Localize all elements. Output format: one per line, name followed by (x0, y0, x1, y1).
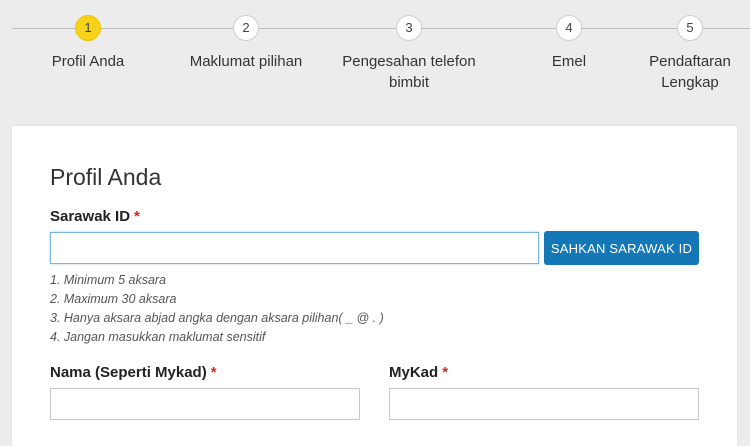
form-title: Profil Anda (50, 164, 162, 190)
step-label: Pengesahan telefon bimbit (342, 53, 476, 91)
step-pengesahan-telefon: 3 Pengesahan telefon bimbit (329, 15, 489, 93)
progress-stepper: 1 Profil Anda 2 Maklumat pilihan 3 Penge… (0, 0, 750, 110)
mykad-label-text: MyKad (389, 364, 439, 381)
sarawak-id-input[interactable] (50, 232, 539, 264)
step-number-badge: 4 (556, 15, 582, 41)
step-number-badge: 1 (75, 15, 101, 41)
required-asterisk: * (134, 208, 140, 225)
required-asterisk: * (442, 364, 449, 381)
name-input[interactable] (50, 388, 360, 420)
name-label: Nama (Seperti Mykad) * (50, 364, 217, 381)
mykad-input[interactable] (389, 388, 699, 420)
step-label: Pendaftaran Lengkap (649, 53, 731, 91)
profile-form-card: Profil Anda Sarawak ID * SAHKAN SARAWAK I… (12, 126, 737, 446)
hint-item: 1. Minimum 5 aksara (50, 273, 167, 287)
hint-item: 4. Jangan masukkan maklumat sensitif (50, 330, 266, 344)
step-number-badge: 5 (677, 15, 703, 41)
required-asterisk: * (210, 364, 217, 381)
step-profil-anda: 1 Profil Anda (8, 15, 168, 72)
hint-item: 2. Maximum 30 aksara (50, 292, 177, 306)
hint-item: 3. Hanya aksara abjad angka dengan aksar… (50, 311, 384, 325)
step-maklumat-pilihan: 2 Maklumat pilihan (166, 15, 326, 72)
name-label-text: Nama (Seperti Mykad) (50, 364, 207, 381)
verify-sarawak-id-button[interactable]: SAHKAN SARAWAK ID (544, 231, 699, 265)
step-number-badge: 3 (396, 15, 422, 41)
step-pendaftaran-lengkap: 5 Pendaftaran Lengkap (610, 15, 750, 93)
step-number-badge: 2 (233, 15, 259, 41)
mykad-label: MyKad * (389, 364, 448, 381)
sarawak-id-label: Sarawak ID * (50, 208, 140, 225)
sarawak-id-hints: 1. Minimum 5 aksara 2. Maximum 30 aksara… (50, 271, 384, 347)
sarawak-id-label-text: Sarawak ID (50, 208, 131, 225)
step-label: Maklumat pilihan (189, 53, 303, 70)
step-label: Profil Anda (51, 53, 125, 70)
